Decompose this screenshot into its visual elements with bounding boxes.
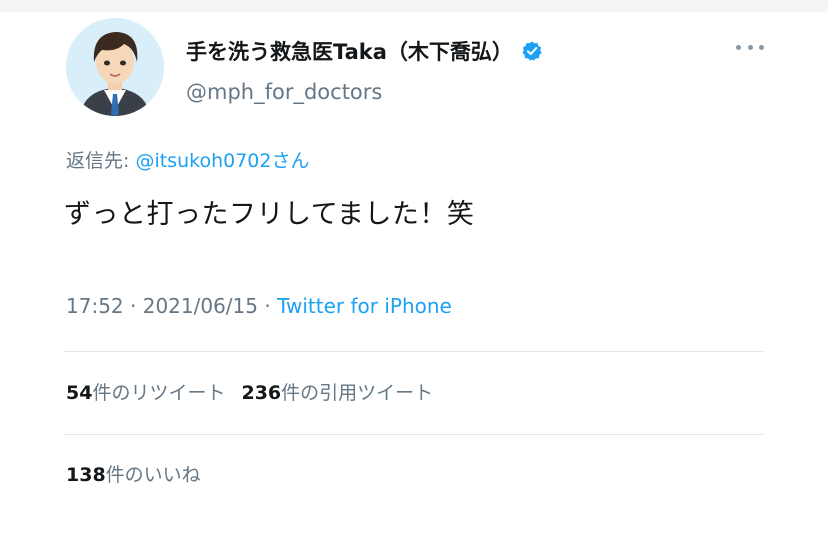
user-handle[interactable]: @mph_for_doctors <box>186 80 382 104</box>
reply-context: 返信先: @itsukoh0702さん <box>66 146 309 173</box>
more-dot <box>759 44 764 50</box>
top-strip <box>0 0 828 12</box>
reply-prefix: 返信先: <box>66 150 136 172</box>
likes-label: 件のいいね <box>105 464 201 486</box>
retweets-stat[interactable]: 54件のリツイート <box>66 378 225 405</box>
likes-stat[interactable]: 138件のいいね <box>66 460 201 487</box>
tweet-time[interactable]: 17:52 <box>66 294 124 318</box>
quotes-stat[interactable]: 236件の引用ツイート <box>241 378 433 405</box>
tweet-meta: 17:52 · 2021/06/15 · Twitter for iPhone <box>66 294 452 318</box>
divider <box>64 351 764 352</box>
likes-count: 138 <box>66 464 106 486</box>
avatar-illustration <box>66 18 164 116</box>
verified-badge-icon <box>522 41 542 61</box>
retweets-count: 54 <box>66 382 93 404</box>
tweet-text: ずっと打ったフリしてました！笑 <box>64 199 475 230</box>
quotes-label: 件の引用ツイート <box>281 382 434 404</box>
avatar[interactable] <box>66 18 164 116</box>
author-name-row[interactable]: 手を洗う救急医Taka（木下喬弘） <box>186 36 543 66</box>
more-dot <box>736 44 741 50</box>
meta-separator: · <box>258 294 278 318</box>
more-dot <box>747 44 753 50</box>
likes-stats: 138件のいいね <box>66 460 201 487</box>
more-options-icon[interactable] <box>736 38 764 56</box>
divider <box>64 434 764 435</box>
tweet-date[interactable]: 2021/06/15 <box>143 294 258 318</box>
meta-separator: · <box>123 294 143 318</box>
tweet-source-link[interactable]: Twitter for iPhone <box>277 294 452 318</box>
display-name[interactable]: 手を洗う救急医Taka（木下喬弘） <box>186 36 513 66</box>
reply-to-link[interactable]: @itsukoh0702さん <box>135 150 309 172</box>
retweets-label: 件のリツイート <box>92 382 226 404</box>
engagement-stats: 54件のリツイート 236件の引用ツイート <box>66 378 433 405</box>
quotes-count: 236 <box>241 382 282 404</box>
